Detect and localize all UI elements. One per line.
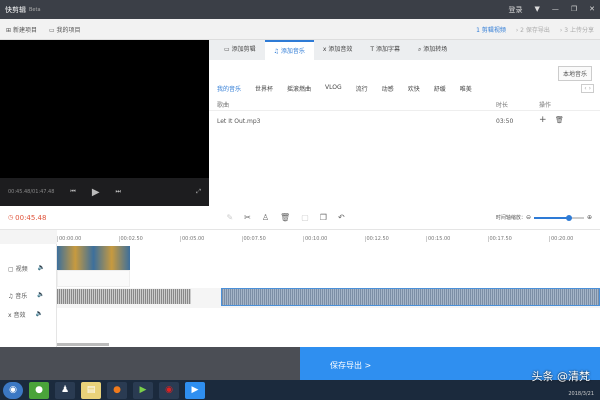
copy-icon[interactable]: ❐ [320,213,327,222]
edit-toolbar: ◷ 00:45.48 ✎ ✂ ♙ 🗑 ▢ ❐ ↶ 时间轴缩放： ⊖ ⊕ [0,206,600,230]
start-icon[interactable]: ◉ [3,381,23,399]
category[interactable]: 唯美 [460,84,472,93]
minimize-icon[interactable]: — [552,5,559,15]
table-row[interactable]: Let It Out.mp3 03:50 + 🗑 [209,114,600,130]
step-share[interactable]: › 3 上传分享 [560,25,594,34]
song-name: Let It Out.mp3 [217,118,261,125]
ruler-tick: 00:15.00 [426,236,451,242]
song-duration: 03:50 [496,118,514,125]
category[interactable]: VLOG [325,84,342,93]
new-project-label: 新建项目 [12,26,37,34]
material-panel: ▭ 添加剪辑 ♫ 添加音乐 ⅹ 添加音效 T 添加字幕 ⌕ 添加转场 本地音乐 … [209,40,600,206]
col-actions: 操作 [539,102,552,109]
category[interactable]: 摇滚燃曲 [287,84,311,93]
timeline-tracks [0,244,600,347]
category[interactable]: 我的音乐 [217,84,241,93]
undo-icon[interactable]: ↶ [338,213,345,222]
category[interactable]: 流行 [356,84,368,93]
tab-add-transition[interactable]: ⌕ 添加转场 [409,40,456,60]
toolbar: ⊞ 新建项目 ▭ 我的项目 1 剪辑视频 › 2 保存导出 › 3 上传分享 [0,19,600,40]
fullscreen-icon[interactable]: ⤢ [196,188,201,196]
zoom-slider[interactable] [533,214,584,221]
timeline-ruler: 00:00.00 00:02.50 00:05.00 00:07.50 00:10.00… [57,230,600,244]
ruler-tick: 00:05.00 [180,236,205,242]
taskbar-date: 2018/3/21 [568,391,594,397]
volume-icon[interactable]: 🔈 [37,291,44,300]
next-frame-icon[interactable]: ⏭ [116,188,121,196]
track-labels: ▢ 视频 🔈 ♫ 音乐 🔈 ⅹ 音效 🔈 [0,244,57,347]
col-duration: 时长 [496,102,509,109]
menu-icon[interactable]: ▼ [534,5,539,15]
music-categories: 我的音乐 世界杯 摇滚燃曲 VLOG 流行 动感 欢快 舒缓 唯美 [217,84,472,93]
track-music: ♫ 音乐 🔈 [8,291,45,300]
track-sfx: ⅹ 音效 🔈 [8,310,43,319]
record-icon[interactable]: ◉ [159,381,179,399]
tab-add-sfx[interactable]: ⅹ 添加音效 [314,40,361,60]
folder-icon[interactable]: ▤ [81,381,101,399]
timeline-scrollbar[interactable] [57,343,109,346]
app-icon[interactable]: ● [29,381,49,399]
taskbar: ◉ ● ♟ ▤ ● ▶ ◉ ▶ [0,380,600,400]
local-music-button[interactable]: 本地音乐 [557,66,592,81]
my-projects-label: 我的项目 [56,26,81,34]
firefox-icon[interactable]: ● [107,381,127,399]
category-scroll-button[interactable]: ‹ › [581,84,594,93]
col-song: 歌曲 [217,102,230,109]
beta-badge: Beta [29,6,41,13]
ruler-tick: 00:00.00 [57,236,82,242]
category[interactable]: 欢快 [408,84,420,93]
ruler-tick: 00:10.00 [303,236,328,242]
watermark: 头条 @清梵 [531,370,591,383]
step-export[interactable]: › 2 保存导出 [516,25,550,34]
player-controls: 00:45.48/01:47.48 ⏮ ▶ ⏭ ⤢ [0,178,209,206]
category[interactable]: 世界杯 [255,84,273,93]
delete-clip-icon[interactable]: 🗑 [280,213,290,222]
clock-icon: ◷ [8,214,16,221]
tab-add-subtitle[interactable]: T 添加字幕 [361,40,409,60]
player-icon[interactable]: ▶ [133,381,153,399]
track-video: ▢ 视频 🔈 [8,264,46,273]
tab-add-music[interactable]: ♫ 添加音乐 [264,40,314,60]
volume-icon[interactable]: 🔈 [35,310,42,319]
steps: 1 剪辑视频 › 2 保存导出 › 3 上传分享 [476,25,594,34]
new-project-button[interactable]: ⊞ 新建项目 [6,25,37,34]
player-time: 00:45.48/01:47.48 [8,189,55,195]
zoom-out-icon[interactable]: ⊖ [526,214,531,221]
ruler-tick: 00:07.50 [241,236,266,242]
zoom-in-icon[interactable]: ⊕ [587,214,592,221]
pencil-icon[interactable]: ✎ [226,213,233,222]
volume-icon[interactable]: 🔈 [38,264,45,273]
tab-add-clip[interactable]: ▭ 添加剪辑 [215,40,265,60]
ruler-tick: 00:12.50 [364,236,389,242]
tab-bar: ▭ 添加剪辑 ♫ 添加音乐 ⅹ 添加音效 T 添加字幕 ⌕ 添加转场 [209,40,600,60]
ruler-tick: 00:02.50 [118,236,143,242]
video-clip[interactable] [57,246,130,270]
app-title: 快剪辑 [5,5,26,14]
table-header: 歌曲 时长 操作 [209,98,600,111]
prev-frame-icon[interactable]: ⏮ [70,188,75,196]
crop-icon[interactable]: ▢ [301,213,309,222]
audio-clip[interactable] [57,289,191,304]
category[interactable]: 动感 [382,84,394,93]
marker-icon[interactable]: ♙ [262,213,269,222]
close-icon[interactable]: ✕ [589,5,595,15]
ruler-tick: 00:17.50 [487,236,512,242]
zoom-label: 时间轴缩放： [495,215,526,221]
title-bar: 快剪辑 Beta 登录 ▼ — ❐ ✕ [0,0,600,19]
restore-icon[interactable]: ❐ [571,5,577,15]
my-projects-button[interactable]: ▭ 我的项目 [49,25,81,34]
audio-clip-selected[interactable] [221,288,600,306]
add-icon[interactable]: + [539,115,547,125]
kuaijianji-icon[interactable]: ▶ [185,381,205,399]
login-button[interactable]: 登录 [508,5,522,15]
step-edit[interactable]: 1 剪辑视频 [476,25,506,34]
delete-icon[interactable]: 🗑 [555,116,564,124]
current-time: 00:45.48 [15,213,47,222]
category[interactable]: 舒缓 [434,84,446,93]
cut-icon[interactable]: ✂ [244,213,251,222]
qq-icon[interactable]: ♟ [55,381,75,399]
ruler-tick: 00:20.00 [549,236,574,242]
play-icon[interactable]: ▶ [92,187,100,198]
